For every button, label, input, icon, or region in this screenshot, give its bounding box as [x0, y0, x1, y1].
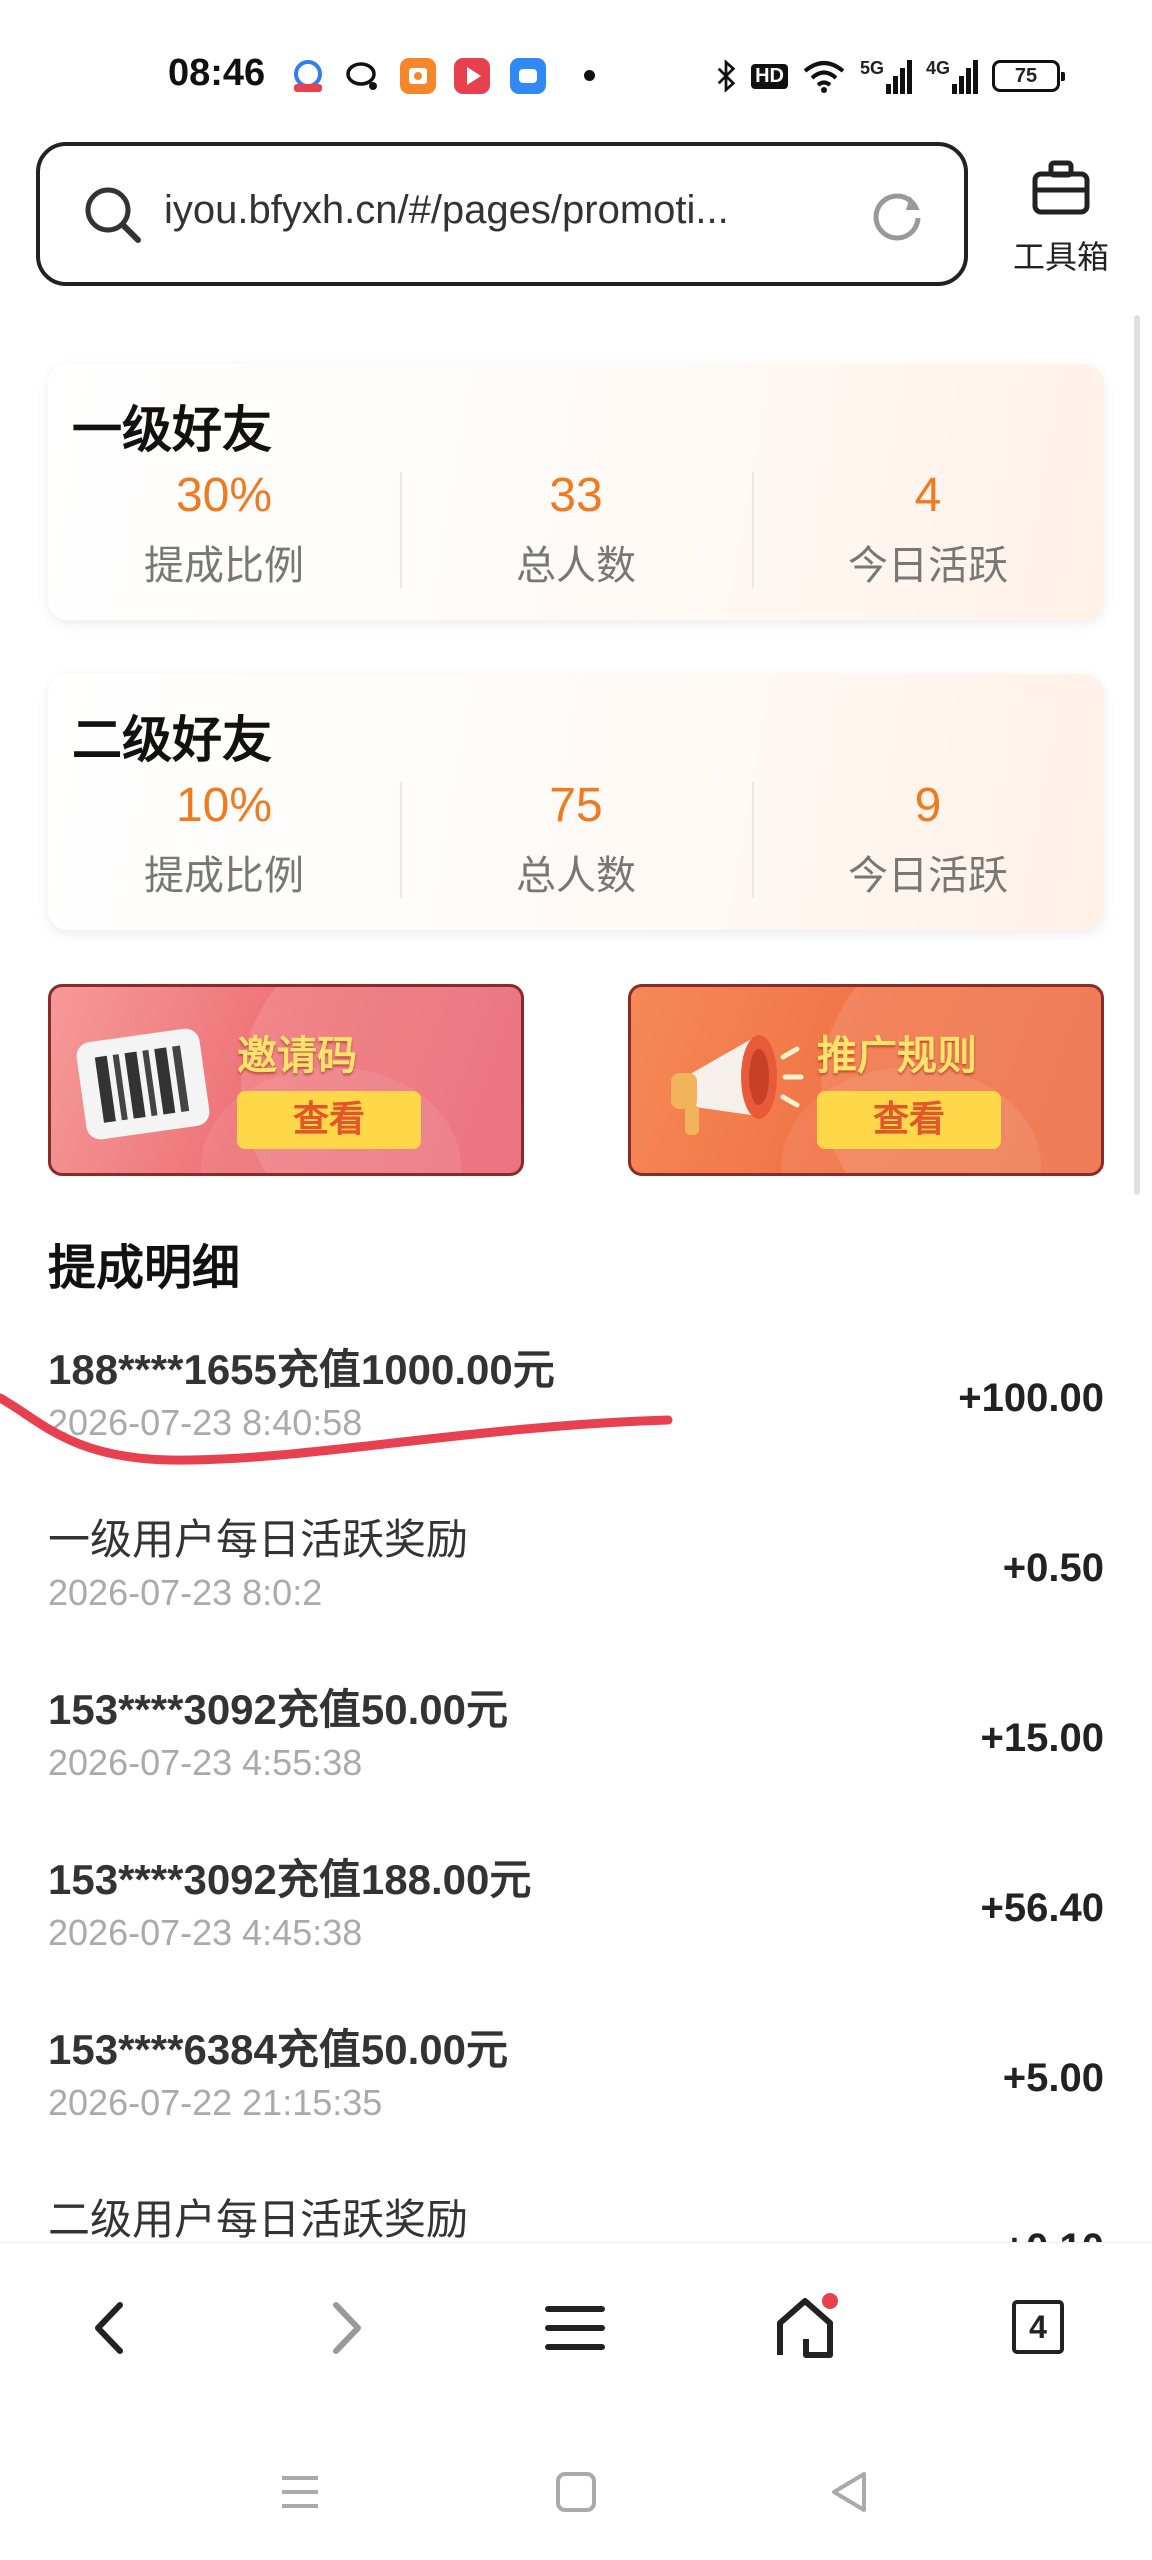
toolbox-button[interactable]: 工具箱 [990, 158, 1132, 288]
detail-amount: +0.10 [1003, 2226, 1104, 2242]
detail-amount: +56.40 [980, 1886, 1104, 1930]
search-icon [85, 187, 141, 243]
network-5g-label: 5G [859, 58, 884, 78]
detail-amount: +5.00 [1002, 2056, 1104, 2100]
video-app-icon [454, 58, 490, 94]
chat-bubble-icon [344, 58, 380, 94]
total-count-stat: 33 总人数 [400, 468, 752, 592]
detail-amount: +0.50 [1002, 1546, 1104, 1590]
detail-amount: +100.00 [958, 1376, 1104, 1420]
detail-time: 2026-07-23 8:0:2 [48, 1572, 323, 1613]
signal-icon: 5G [860, 58, 912, 94]
status-icons: HD 5G 4G 75 [715, 56, 1065, 96]
card-title: 二级好友 [72, 711, 272, 769]
commission-rate-stat: 30% 提成比例 [48, 468, 400, 592]
url-text[interactable]: iyou.bfyxh.cn/#/pages/promoti... [164, 188, 864, 233]
stat-value: 4 [914, 469, 942, 522]
status-time: 08:46 [168, 52, 266, 94]
status-bar: 08:46 HD 5G 4G 75 [0, 0, 1152, 150]
detail-time: 2026-07-23 8:40:58 [48, 1402, 363, 1443]
home-button[interactable] [760, 2283, 850, 2373]
active-today-stat: 9 今日活跃 [752, 778, 1104, 902]
stat-value: 75 [549, 779, 603, 832]
commission-rate-stat: 10% 提成比例 [48, 778, 400, 902]
level2-friends-card: 二级好友 10% 提成比例 75 总人数 9 今日活跃 [48, 674, 1104, 930]
stats-row: 10% 提成比例 75 总人数 9 今日活跃 [48, 778, 1104, 902]
stat-value: 33 [549, 469, 603, 522]
toolbox-icon [1032, 160, 1090, 215]
blue-app-icon [510, 58, 546, 94]
forward-button[interactable] [300, 2283, 390, 2373]
stat-label: 今日活跃 [848, 543, 1008, 590]
list-item[interactable]: 153****6384充值50.00元 2026-07-22 21:15:35 … [0, 2012, 1152, 2182]
stat-value: 30% [175, 469, 273, 522]
view-promotion-rules-button[interactable]: 查看 [817, 1091, 1001, 1149]
detail-time: 2026-07-23 4:55:38 [48, 1742, 363, 1783]
detail-description: 188****1655充值1000.00元 [48, 1346, 555, 1393]
list-item[interactable]: 188****1655充值1000.00元 2026-07-23 8:40:58… [0, 1332, 1152, 1502]
invite-code-banner[interactable]: 邀请码 查看 [48, 984, 524, 1176]
stat-label: 提成比例 [144, 543, 304, 590]
detail-time: 2026-07-23 4:45:38 [48, 1912, 363, 1953]
network-4g-label: 4G [925, 58, 950, 78]
stats-row: 30% 提成比例 33 总人数 4 今日活跃 [48, 468, 1104, 592]
stat-label: 今日活跃 [848, 853, 1008, 900]
commission-details-title: 提成明细 [48, 1240, 241, 1296]
signal-icon-2: 4G [926, 58, 978, 94]
detail-time: 2026-07-22 21:15:35 [48, 2082, 383, 2123]
stat-label: 总人数 [516, 543, 636, 590]
stat-label: 提成比例 [144, 853, 304, 900]
detail-description: 153****6384充值50.00元 [48, 2026, 508, 2073]
detail-description: 二级用户每日活跃奖励 [48, 2195, 469, 2242]
detail-amount: +15.00 [980, 1716, 1104, 1760]
promotion-rules-banner[interactable]: 推广规则 查看 [628, 984, 1104, 1176]
back-arrow-icon [95, 2302, 123, 2354]
home-icon [777, 2293, 838, 2358]
home-square-icon[interactable] [546, 2462, 606, 2522]
list-item[interactable]: 一级用户每日活跃奖励 2026-07-23 8:0:2 +0.50 [0, 1502, 1152, 1672]
level1-friends-card: 一级好友 30% 提成比例 33 总人数 4 今日活跃 [48, 364, 1104, 620]
system-nav-bar [0, 2412, 1152, 2560]
back-triangle-icon[interactable] [820, 2462, 880, 2522]
detail-description: 一级用户每日活跃奖励 [48, 1515, 469, 1564]
barcode-icon [76, 1028, 210, 1140]
menu-icon [545, 2306, 605, 2350]
notification-dot [584, 70, 595, 81]
total-count-stat: 75 总人数 [400, 778, 752, 902]
address-bar[interactable]: iyou.bfyxh.cn/#/pages/promoti... [36, 142, 968, 286]
commission-detail-list: 188****1655充值1000.00元 2026-07-23 8:40:58… [0, 1332, 1152, 2242]
stat-value: 9 [914, 779, 942, 832]
bluetooth-icon [717, 59, 736, 93]
stat-label: 总人数 [516, 853, 636, 900]
megaphone-icon [671, 1035, 804, 1135]
recent-apps-icon[interactable] [270, 2462, 330, 2522]
list-item[interactable]: 153****3092充值50.00元 2026-07-23 4:55:38 +… [0, 1672, 1152, 1842]
detail-description: 153****3092充值50.00元 [48, 1686, 508, 1733]
orange-app-icon [400, 58, 436, 94]
reload-icon[interactable] [868, 186, 926, 244]
wifi-icon [803, 61, 845, 93]
tabs-button[interactable]: 4 [1012, 2300, 1064, 2354]
battery-level: 75 [1014, 64, 1038, 87]
stat-value: 10% [175, 779, 273, 832]
list-item[interactable]: 二级用户每日活跃奖励 +0.10 [0, 2182, 1152, 2242]
app-badge-icon [290, 58, 326, 94]
active-today-stat: 4 今日活跃 [752, 468, 1104, 592]
view-invite-code-button[interactable]: 查看 [237, 1091, 421, 1149]
forward-arrow-icon [333, 2302, 361, 2354]
card-title: 一级好友 [72, 401, 272, 459]
invite-code-title: 邀请码 [237, 1033, 357, 1079]
battery-icon: 75 [992, 60, 1065, 92]
toolbox-label: 工具箱 [1012, 238, 1109, 276]
promotion-rules-title: 推广规则 [817, 1033, 977, 1079]
hd-badge: HD [751, 63, 788, 89]
detail-description: 153****3092充值188.00元 [48, 1856, 532, 1903]
page-scrollbar[interactable] [1134, 315, 1140, 1195]
list-item[interactable]: 153****3092充值188.00元 2026-07-23 4:45:38 … [0, 1842, 1152, 2012]
back-button[interactable] [66, 2283, 156, 2373]
menu-button[interactable] [530, 2283, 620, 2373]
browser-bottom-nav [0, 2242, 1152, 2412]
